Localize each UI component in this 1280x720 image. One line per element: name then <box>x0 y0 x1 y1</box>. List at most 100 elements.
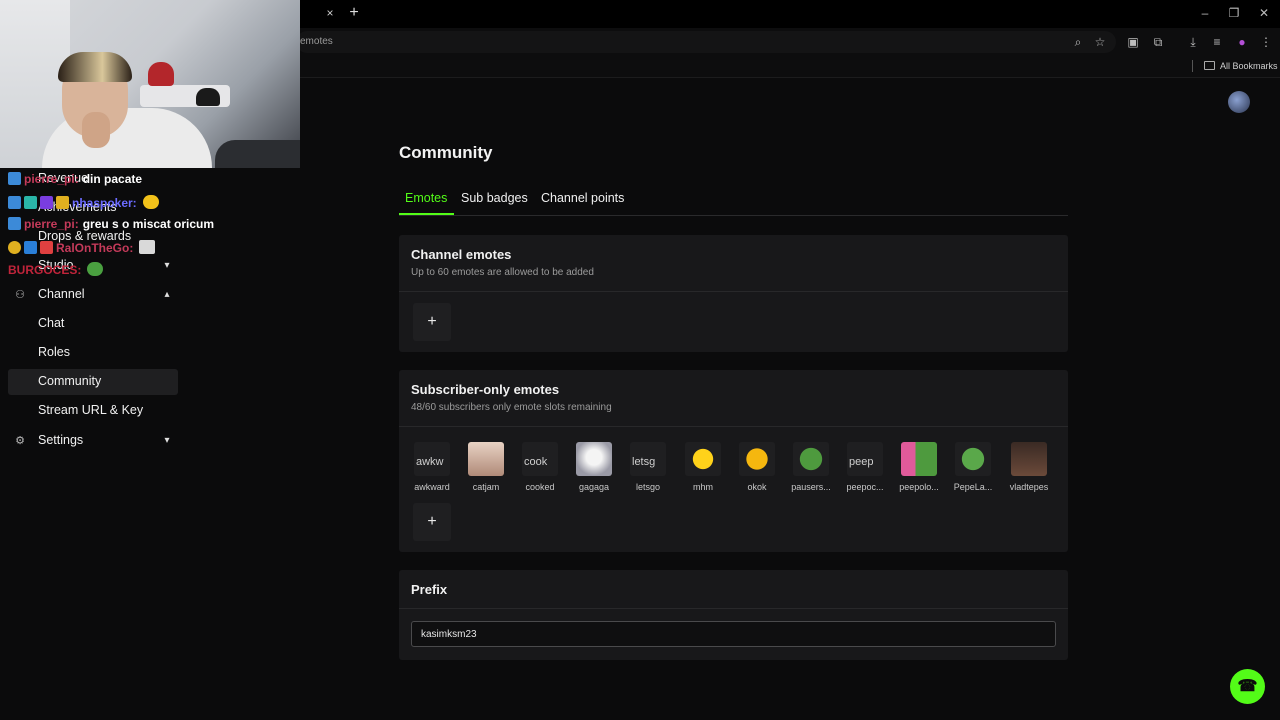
webcam-red-cap <box>148 62 174 86</box>
chevron-down-icon[interactable]: ▾ <box>160 435 174 447</box>
tab-emotes[interactable]: Emotes <box>405 191 447 205</box>
sidebar-item-label: Roles <box>38 345 70 359</box>
tab-close-icon[interactable]: × <box>323 6 337 20</box>
subscriber-emotes-title: Subscriber-only emotes <box>411 382 560 397</box>
webcam-black-cap <box>196 88 220 106</box>
profile-icon[interactable]: ● <box>1234 34 1250 50</box>
bookmark-star-icon[interactable]: ☆ <box>1092 34 1108 50</box>
gear-icon: ⚙ <box>15 435 25 447</box>
avatar[interactable] <box>1228 91 1250 113</box>
emote-alt-text: peep <box>849 456 874 468</box>
chat-message: pierre_pi: din pacate <box>8 172 142 192</box>
chat-emote-icon <box>142 195 159 209</box>
webcam-chair <box>215 140 300 168</box>
all-bookmarks-link[interactable]: All Bookmarks <box>1220 61 1278 71</box>
emote-name: peepoc... <box>846 482 884 492</box>
chat-badge-icon <box>8 172 21 185</box>
menu-dots-icon[interactable]: ⋮ <box>1258 34 1274 50</box>
add-subscriber-emote-button[interactable]: + <box>413 503 451 541</box>
zoom-icon[interactable]: ⌕ <box>1070 34 1086 50</box>
card-divider <box>399 426 1068 427</box>
new-tab-button[interactable]: + <box>346 5 362 21</box>
emote-image: peep <box>847 442 883 476</box>
download-icon[interactable]: ⤓ <box>1185 34 1201 50</box>
emote-tile[interactable]: catjam <box>464 440 508 496</box>
chat-emote-icon <box>139 240 156 254</box>
add-channel-emote-button[interactable]: + <box>413 303 451 341</box>
sidebar-item-chat[interactable]: Chat <box>8 311 178 337</box>
emote-image <box>955 442 991 476</box>
people-icon: ⚇ <box>15 289 25 301</box>
chat-badge-icon <box>40 196 53 209</box>
bookmarks-divider <box>1192 60 1193 72</box>
puzzle-icon[interactable]: ⧉ <box>1150 34 1166 50</box>
emote-image <box>901 442 937 476</box>
chat-username: nhaspoker: <box>72 196 137 210</box>
emote-tile[interactable]: peepolo... <box>897 440 941 496</box>
emote-tile[interactable]: awkw awkward <box>410 440 454 496</box>
emote-tile[interactable]: mhm <box>681 440 725 496</box>
emote-image <box>1011 442 1047 476</box>
chat-username: pierre_pi: <box>24 217 79 231</box>
chat-text: din pacate <box>82 172 143 186</box>
chat-badge-icon <box>8 241 21 254</box>
webcam-person-hair <box>58 52 132 82</box>
emote-image <box>739 442 775 476</box>
emote-name: peepolo... <box>899 482 939 492</box>
tabs-divider <box>399 215 1068 216</box>
emote-tile[interactable]: PepeLa... <box>951 440 995 496</box>
chat-message: RalOnTheGo: <box>8 240 156 260</box>
emote-name: PepeLa... <box>953 482 993 492</box>
chat-text: greu s o miscat oricum <box>82 217 215 231</box>
emote-name: gagaga <box>578 482 610 492</box>
chat-badge-icon <box>24 196 37 209</box>
chat-message: pierre_pi: greu s o miscat oricum <box>8 217 214 237</box>
subscriber-emotes-subtitle: 48/60 subscribers only emote slots remai… <box>411 402 612 413</box>
emote-tile[interactable]: letsg letsgo <box>626 440 670 496</box>
close-window-icon[interactable]: ✕ <box>1254 4 1274 22</box>
sidebar-item-label: Settings <box>38 433 84 447</box>
sidebar-item-settings[interactable]: Settings <box>8 428 178 454</box>
sidebar-item-channel[interactable]: Channel <box>8 282 178 308</box>
emote-tile[interactable]: cook cooked <box>518 440 562 496</box>
emote-alt-text: cook <box>524 456 548 468</box>
sidebar-item-stream-url-key[interactable]: Stream URL & Key <box>8 398 178 424</box>
card-divider <box>399 608 1068 609</box>
tab-sub-badges[interactable]: Sub badges <box>461 191 528 205</box>
chat-username: RalOnTheGo: <box>56 241 134 255</box>
media-queue-icon[interactable]: ≡ <box>1209 34 1225 50</box>
folder-icon <box>1204 61 1215 70</box>
emote-alt-text: letsg <box>632 456 656 468</box>
emote-image: letsg <box>630 442 666 476</box>
extension-icon[interactable]: ▣ <box>1125 34 1141 50</box>
chat-message: BURGOCES: <box>8 262 104 282</box>
emote-name: okok <box>747 482 767 492</box>
emote-image: awkw <box>414 442 450 476</box>
sidebar-item-roles[interactable]: Roles <box>8 340 178 366</box>
emote-tile[interactable]: peep peepoc... <box>843 440 887 496</box>
address-text: emotes <box>300 36 333 47</box>
emote-tile[interactable]: vladtepes <box>1007 440 1051 496</box>
prefix-input[interactable] <box>411 621 1056 647</box>
emote-tile[interactable]: gagaga <box>572 440 616 496</box>
chevron-down-icon[interactable]: ▾ <box>160 260 174 272</box>
tab-channel-points[interactable]: Channel points <box>541 191 624 205</box>
support-chat-button[interactable]: ☎ <box>1230 669 1265 704</box>
emote-image <box>685 442 721 476</box>
emote-tile[interactable]: pausers... <box>789 440 833 496</box>
chevron-up-icon[interactable]: ▴ <box>160 289 174 301</box>
chat-badge-icon <box>56 196 69 209</box>
active-tab-indicator <box>399 213 454 215</box>
address-bar[interactable] <box>296 31 1116 53</box>
emote-tile[interactable]: okok <box>735 440 779 496</box>
emote-alt-text: awkw <box>416 456 444 468</box>
emote-image <box>468 442 504 476</box>
chat-username: BURGOCES: <box>8 263 82 277</box>
restore-icon[interactable]: ❐ <box>1224 4 1244 22</box>
emote-name: catjam <box>472 482 500 492</box>
sidebar-item-community[interactable]: Community <box>8 369 178 395</box>
minimize-icon[interactable]: – <box>1195 4 1215 22</box>
chat-badge-icon <box>8 217 21 230</box>
emote-name: cooked <box>525 482 555 492</box>
chat-badge-icon <box>8 196 21 209</box>
